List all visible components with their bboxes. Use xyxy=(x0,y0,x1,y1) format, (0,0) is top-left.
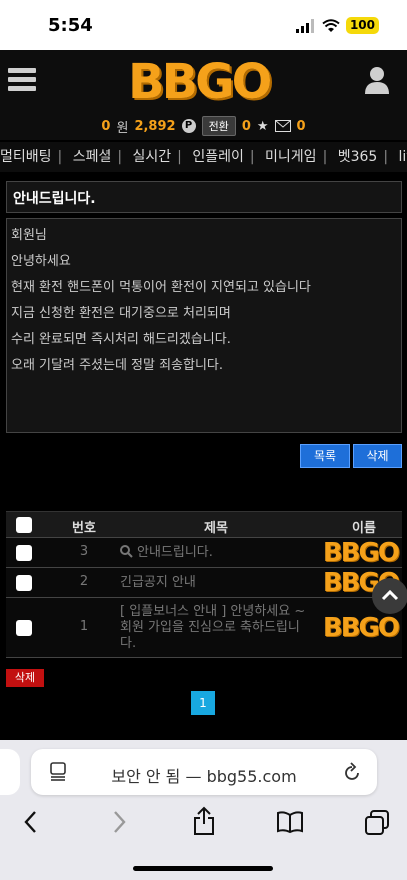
address-bar[interactable]: 보안 안 됨 — bbg55.com xyxy=(31,749,377,795)
star-count: 0 xyxy=(241,118,251,134)
site-logo[interactable]: BBGO xyxy=(128,54,272,110)
site-header: BBGO 0 원 2,892 P 전환 0 ★ 0 xyxy=(0,50,407,140)
row-title[interactable]: 안내드립니다. xyxy=(120,544,320,561)
notice-content: 회원님 안녕하세요 현재 환전 핸드폰이 먹통이어 환전이 지연되고 있습니다 … xyxy=(6,218,402,433)
table-header: 번호 제목 이름 xyxy=(6,511,402,538)
forward-icon[interactable] xyxy=(110,810,128,834)
scroll-top-button[interactable] xyxy=(372,578,407,614)
row-title[interactable]: [ 입플보너스 안내 ] 안녕하세요 ~ 회원 가입을 진심으로 축하드립니다. xyxy=(120,604,310,652)
notice-title: 안내드립니다. xyxy=(6,181,402,213)
message-count: 0 xyxy=(296,118,306,134)
user-icon[interactable] xyxy=(365,66,389,94)
row-num: 1 xyxy=(79,618,89,634)
author-logo: BBGO xyxy=(322,537,400,568)
row-title[interactable]: 긴급공지 안내 xyxy=(120,575,320,591)
notice-line: 지금 신청한 환전은 대기중으로 처리되며 xyxy=(11,306,231,321)
signal-icon xyxy=(295,18,314,33)
tabs-icon[interactable] xyxy=(364,810,390,836)
delete-selected-button[interactable]: 삭제 xyxy=(6,669,44,687)
status-icons: 100 xyxy=(295,17,379,34)
nav-item-inplay[interactable]: 인플레이 xyxy=(192,149,244,165)
search-icon xyxy=(120,544,133,558)
notice-line: 오래 기달려 주셨는데 정말 죄송합니다. xyxy=(11,358,224,373)
star-icon[interactable]: ★ xyxy=(257,119,269,134)
header-num: 번호 xyxy=(72,521,96,536)
row-num: 2 xyxy=(79,573,89,589)
row-checkbox[interactable] xyxy=(16,574,32,591)
notice-line: 수리 완료되면 즉시처리 해드리겠습니다. xyxy=(11,332,231,347)
chevron-up-icon xyxy=(381,589,399,601)
post-table: 번호 제목 이름 3 안내드립니다. BBGO 2 긴급공지 안내 BBGO 1… xyxy=(6,511,402,658)
row-checkbox[interactable] xyxy=(16,619,32,636)
battery-indicator: 100 xyxy=(345,17,379,34)
row-checkbox[interactable] xyxy=(16,544,32,561)
share-icon[interactable] xyxy=(192,806,216,836)
list-button[interactable]: 목록 xyxy=(300,444,350,468)
balance-row: 0 원 2,892 P 전환 0 ★ 0 xyxy=(0,116,407,136)
bookmarks-icon[interactable] xyxy=(276,810,304,834)
previous-tab-preview[interactable] xyxy=(0,749,20,795)
wifi-icon xyxy=(322,18,340,32)
row-num: 3 xyxy=(79,543,89,559)
nav-item-livecasino[interactable]: live카 xyxy=(399,149,407,165)
category-nav: 멀티배팅| 스페셜| 실시간| 인플레이| 미니게임| 벳365| live카 xyxy=(0,142,407,172)
nav-item-multi[interactable]: 멀티배팅 xyxy=(0,149,52,165)
status-time: 5:54 xyxy=(48,15,93,36)
convert-button[interactable]: 전환 xyxy=(201,116,236,136)
table-row[interactable]: 1 [ 입플보너스 안내 ] 안녕하세요 ~ 회원 가입을 진심으로 축하드립니… xyxy=(6,598,402,658)
mail-icon[interactable] xyxy=(274,120,291,132)
money-amount: 0 xyxy=(101,118,111,134)
author-logo: BBGO xyxy=(322,612,400,643)
table-row[interactable]: 3 안내드립니다. BBGO xyxy=(6,538,402,568)
table-row[interactable]: 2 긴급공지 안내 BBGO xyxy=(6,568,402,598)
notice-line: 안녕하세요 xyxy=(11,254,71,269)
reload-icon[interactable] xyxy=(343,762,361,782)
nav-item-special[interactable]: 스페셜 xyxy=(73,149,112,165)
browser-bottom-bar: 보안 안 됨 — bbg55.com xyxy=(0,740,407,880)
url-text[interactable]: 보안 안 됨 — bbg55.com xyxy=(31,763,377,787)
notice-line: 회원님 xyxy=(11,228,47,243)
nav-item-live[interactable]: 실시간 xyxy=(133,149,172,165)
money-unit: 원 xyxy=(116,120,129,136)
delete-post-button[interactable]: 삭제 xyxy=(353,444,402,468)
point-amount: 2,892 xyxy=(134,118,176,134)
notice-line: 현재 환전 핸드폰이 먹통이어 환전이 지연되고 있습니다 xyxy=(11,280,311,295)
point-icon: P xyxy=(181,119,196,133)
page-button[interactable]: 1 xyxy=(191,691,215,715)
row-title-text[interactable]: 안내드립니다. xyxy=(137,545,213,560)
nav-item-bet365[interactable]: 벳365 xyxy=(338,149,378,165)
header-name: 이름 xyxy=(352,521,376,536)
ios-status-bar: 5:54 100 xyxy=(0,0,407,50)
nav-item-minigame[interactable]: 미니게임 xyxy=(265,149,317,165)
header-title: 제목 xyxy=(204,521,228,536)
home-indicator xyxy=(133,866,273,871)
back-icon[interactable] xyxy=(22,810,40,834)
select-all-checkbox[interactable] xyxy=(16,517,32,533)
menu-icon[interactable] xyxy=(8,68,36,92)
